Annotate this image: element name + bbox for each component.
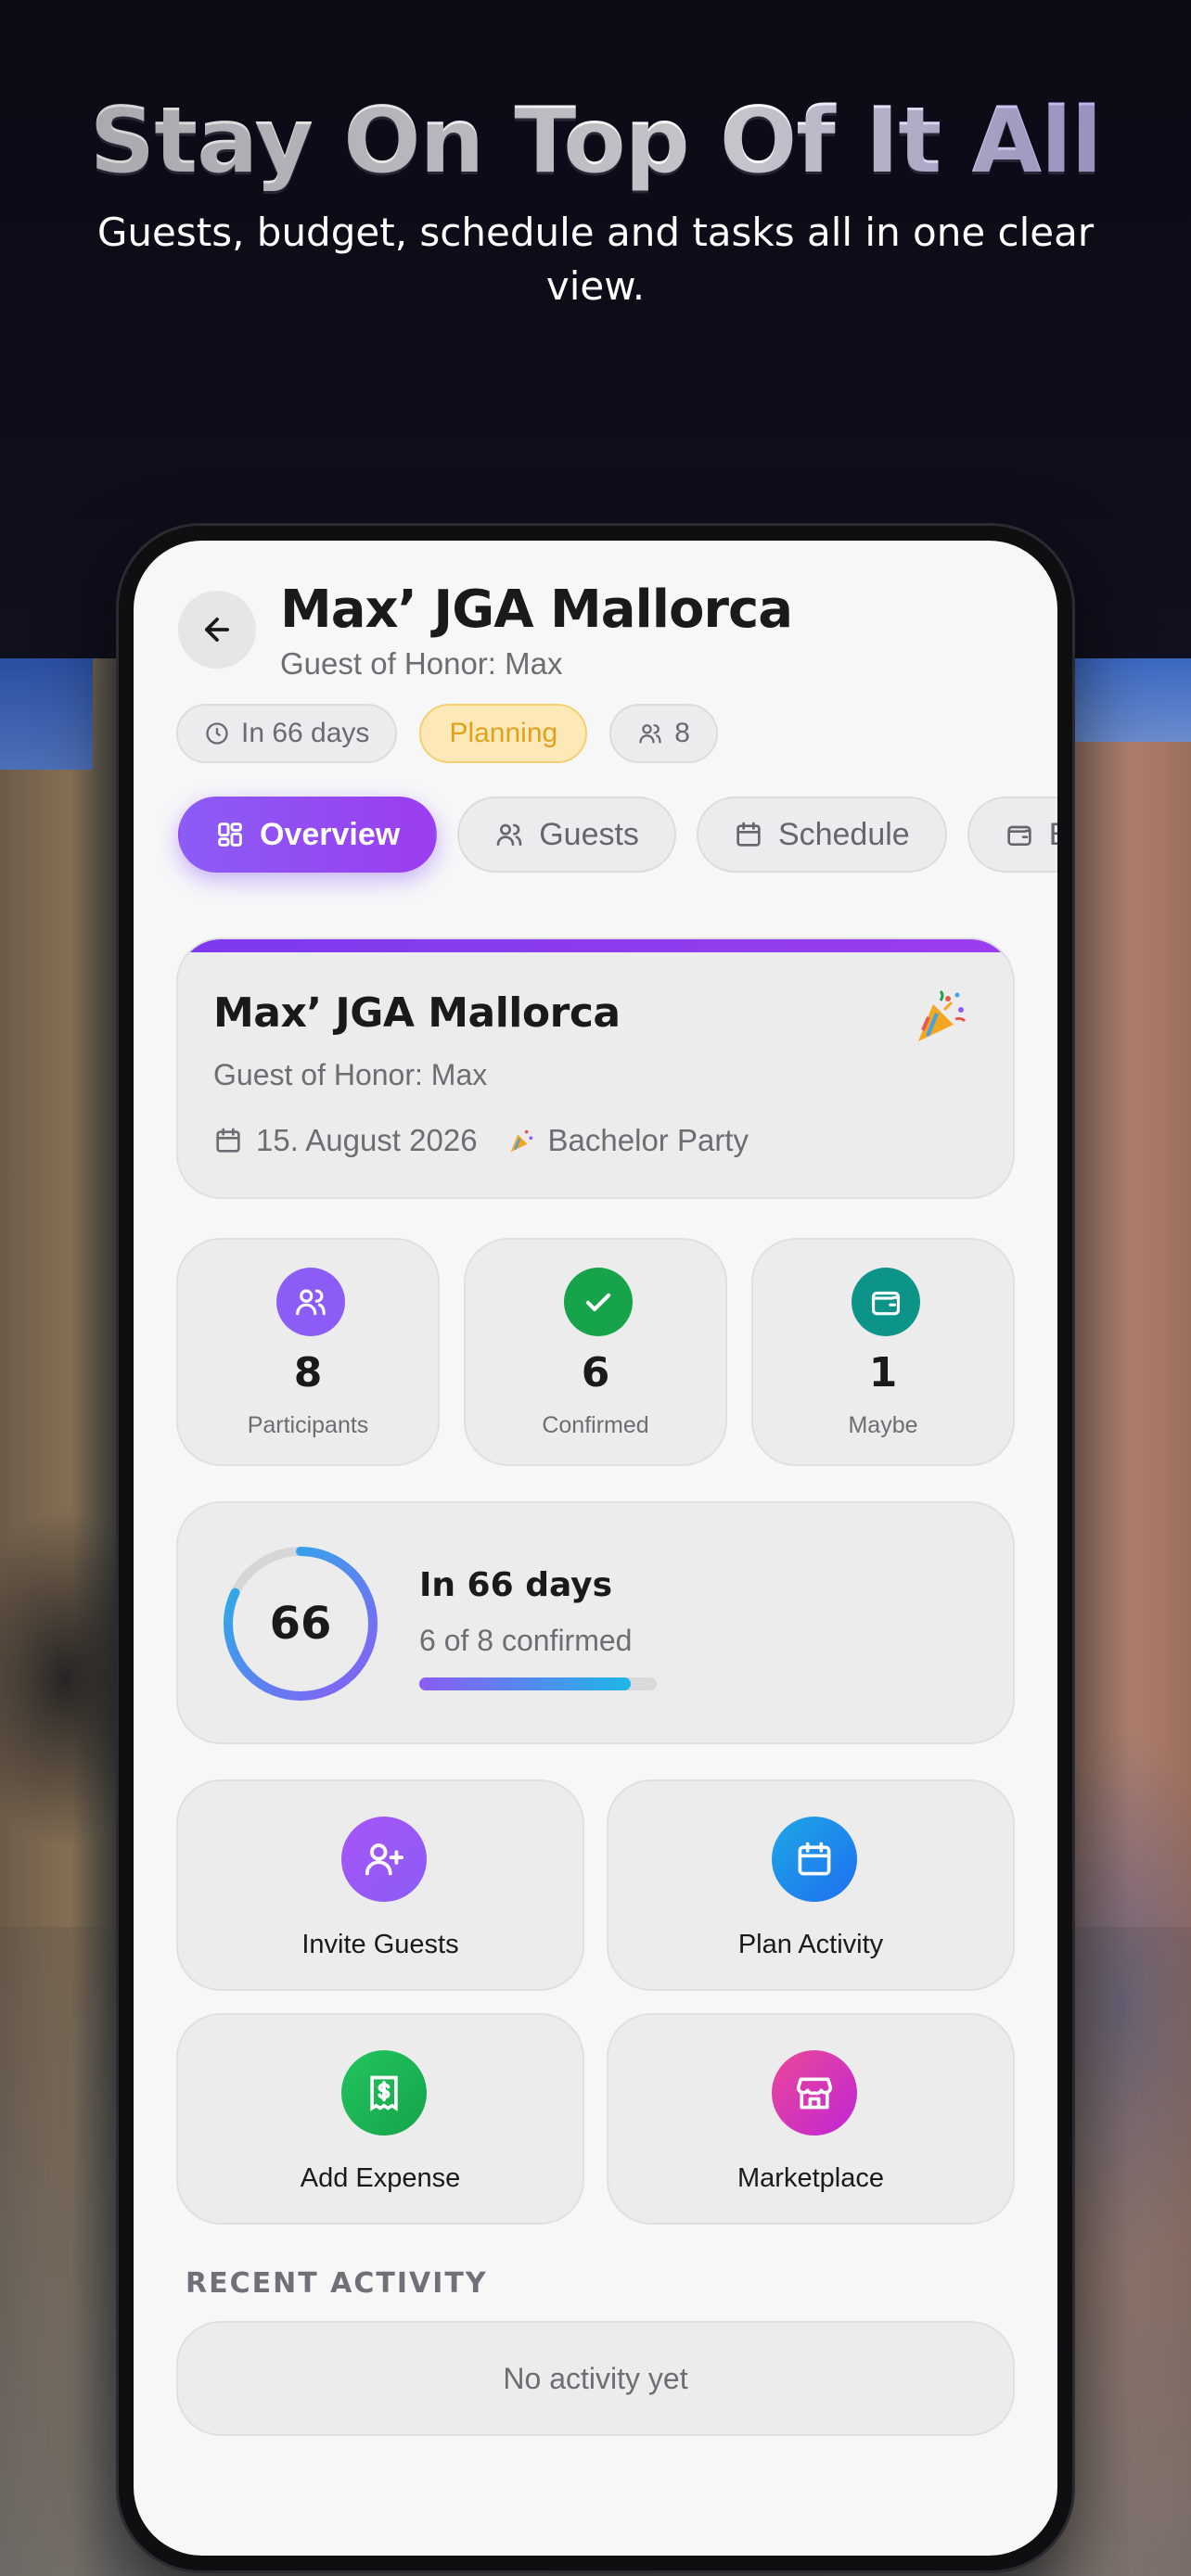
summary-guest-of-honor: Guest of Honor: Max bbox=[213, 1058, 488, 1091]
countdown-chip: In 66 days bbox=[176, 704, 398, 763]
tab-guests[interactable]: Guests bbox=[457, 797, 676, 873]
stat-value: 1 bbox=[868, 1349, 898, 1396]
event-title: Max’ JGA Mallorca bbox=[280, 580, 793, 640]
recent-activity-list: No activity yet bbox=[176, 2321, 1015, 2436]
wallet-icon bbox=[1007, 825, 1031, 846]
calendar-icon bbox=[772, 1817, 857, 1902]
stat-maybe[interactable]: 1 Maybe bbox=[751, 1238, 1015, 1466]
action-label: Invite Guests bbox=[301, 1930, 459, 1959]
participants-chip: 8 bbox=[609, 704, 718, 763]
stat-value: 8 bbox=[293, 1349, 323, 1396]
clock-icon bbox=[206, 722, 228, 745]
event-summary-card: Max’ JGA Mallorca Guest of Honor: Max 15… bbox=[176, 937, 1015, 1199]
status-chips: In 66 days Planning 8 bbox=[176, 704, 718, 763]
status-badge-label: Planning bbox=[449, 718, 558, 748]
invite-guests-button[interactable]: Invite Guests bbox=[176, 1779, 584, 1991]
countdown-chip-label: In 66 days bbox=[241, 718, 370, 748]
marketplace-button[interactable]: Marketplace bbox=[607, 2013, 1015, 2225]
event-type: Bachelor Party bbox=[547, 1123, 749, 1157]
guest-of-honor: Guest of Honor: Max bbox=[280, 646, 563, 681]
add-expense-button[interactable]: Add Expense bbox=[176, 2013, 584, 2225]
wallet-icon bbox=[852, 1268, 920, 1336]
tab-expenses-label: Ex bbox=[1049, 817, 1057, 853]
tab-schedule-label: Schedule bbox=[777, 816, 910, 852]
tab-schedule[interactable]: Schedule bbox=[696, 797, 947, 873]
app-screen: Max’ JGA Mallorca Guest of Honor: Max In… bbox=[134, 541, 1057, 2556]
user-plus-icon bbox=[341, 1817, 427, 1902]
action-label: Add Expense bbox=[300, 2163, 461, 2193]
countdown-title: In 66 days bbox=[419, 1566, 613, 1604]
confirmed-summary: 6 of 8 confirmed bbox=[419, 1624, 633, 1657]
stat-value: 6 bbox=[581, 1349, 610, 1396]
tab-overview[interactable]: Overview bbox=[178, 797, 438, 873]
action-label: Plan Activity bbox=[737, 1930, 884, 1959]
status-badge: Planning bbox=[419, 704, 588, 763]
phone-frame: Max’ JGA Mallorca Guest of Honor: Max In… bbox=[119, 526, 1072, 2570]
users-icon bbox=[639, 724, 661, 744]
back-button[interactable] bbox=[178, 591, 256, 669]
arrow-left-icon bbox=[205, 618, 229, 642]
event-date: 15. August 2026 bbox=[256, 1123, 478, 1157]
stat-label: Maybe bbox=[848, 1412, 918, 1438]
confirmed-progress-fill bbox=[419, 1677, 631, 1690]
party-popper-icon bbox=[918, 989, 967, 1041]
check-icon bbox=[564, 1268, 633, 1336]
confirmed-progress-bar bbox=[419, 1677, 657, 1690]
plan-activity-button[interactable]: Plan Activity bbox=[607, 1779, 1015, 1991]
event-meta: 15. August 2026 Bachelor Party bbox=[213, 1123, 749, 1158]
users-icon bbox=[496, 823, 522, 846]
party-popper-icon bbox=[510, 1129, 532, 1153]
promo-title: Stay On Top Of It All bbox=[0, 88, 1191, 194]
recent-activity-heading: RECENT ACTIVITY bbox=[186, 2267, 488, 2300]
calendar-icon bbox=[736, 822, 761, 847]
tab-guests-label: Guests bbox=[539, 816, 639, 852]
accent-bar bbox=[178, 939, 1013, 952]
tab-overview-label: Overview bbox=[260, 816, 401, 852]
stat-confirmed[interactable]: 6 Confirmed bbox=[464, 1238, 727, 1466]
stat-participants[interactable]: 8 Participants bbox=[176, 1238, 440, 1466]
countdown-card: 66 In 66 days 6 of 8 confirmed bbox=[176, 1501, 1015, 1744]
users-icon bbox=[276, 1268, 345, 1336]
participants-chip-label: 8 bbox=[674, 718, 690, 748]
tab-expenses[interactable]: Ex bbox=[967, 797, 1057, 873]
stat-label: Confirmed bbox=[542, 1412, 649, 1438]
receipt-icon bbox=[341, 2050, 427, 2136]
stat-label: Participants bbox=[247, 1412, 369, 1438]
empty-state-text: No activity yet bbox=[503, 2361, 688, 2395]
calendar-icon bbox=[216, 1128, 240, 1153]
tab-bar: Overview Guests Schedule Ex bbox=[178, 797, 1057, 873]
summary-title: Max’ JGA Mallorca bbox=[213, 989, 621, 1037]
store-icon bbox=[772, 2050, 857, 2136]
grid-icon bbox=[218, 823, 242, 847]
promo-subtitle: Guests, budget, schedule and tasks all i… bbox=[96, 210, 1095, 309]
countdown-days: 66 bbox=[269, 1598, 332, 1650]
action-label: Marketplace bbox=[737, 2163, 884, 2193]
